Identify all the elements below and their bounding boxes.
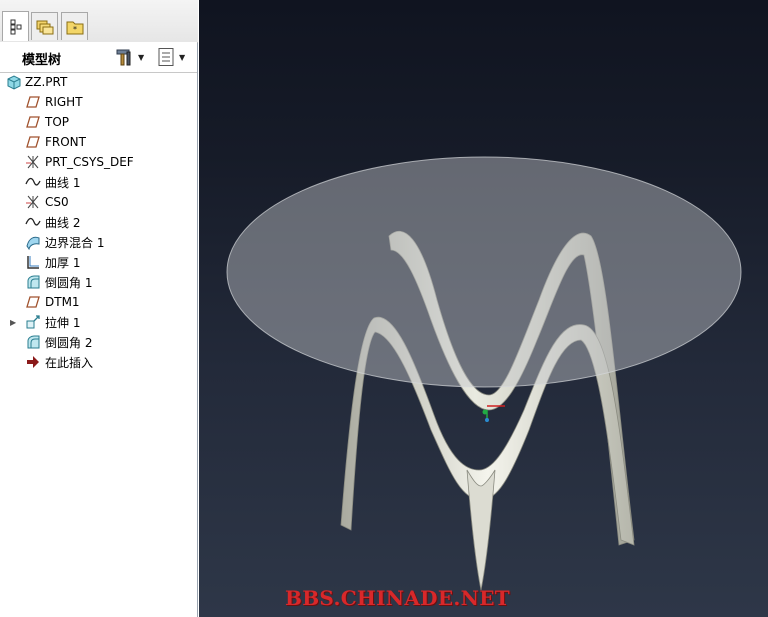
- tree-item[interactable]: ▶ 拉伸 1: [0, 312, 221, 332]
- tree-item[interactable]: DTM1: [0, 292, 221, 312]
- datum-plane-icon: [26, 296, 40, 308]
- round-icon: [27, 275, 40, 289]
- shell-center-spine: [466, 469, 496, 591]
- boundary-blend-icon: [26, 236, 40, 250]
- tree-item[interactable]: TOP: [0, 112, 221, 132]
- star-folder-icon: *: [66, 21, 83, 34]
- tree-item-label: PRT_CSYS_DEF: [45, 155, 134, 169]
- curve-icon: [25, 217, 41, 226]
- tree-item[interactable]: CS0: [0, 192, 221, 212]
- layers-tab[interactable]: [31, 12, 58, 40]
- extrude-icon: [26, 315, 40, 329]
- tree-item-label: 加厚 1: [45, 255, 81, 270]
- tree-item[interactable]: 曲线 2: [0, 212, 221, 232]
- tree-item[interactable]: RIGHT: [0, 92, 221, 112]
- panel-title: 模型树: [22, 53, 62, 68]
- watermark-text: BBS.CHINADE.NET: [285, 586, 510, 610]
- favorites-tab[interactable]: *: [61, 12, 88, 40]
- navigator-tab-bar: *: [0, 0, 198, 43]
- chevron-down-icon: ▼: [138, 52, 145, 62]
- tree-item-label: FRONT: [45, 135, 86, 149]
- table-top-disk: [226, 156, 742, 388]
- tree-header: 模型树 ▼ ▼: [0, 42, 197, 73]
- tree-item-label: TOP: [45, 115, 70, 129]
- datum-plane-icon: [26, 96, 40, 108]
- tree-root-label: ZZ.PRT: [25, 75, 68, 89]
- tree-item[interactable]: 倒圆角 2: [0, 332, 221, 352]
- tree-item[interactable]: 边界混合 1: [0, 232, 221, 252]
- svg-text:*: *: [73, 25, 77, 34]
- tree-item[interactable]: FRONT: [0, 132, 221, 152]
- tree-settings-button[interactable]: ▼: [114, 47, 144, 67]
- chevron-down-icon: ▼: [179, 52, 186, 62]
- tree-item[interactable]: 在此插入: [0, 352, 221, 372]
- tree-item-label: 曲线 2: [45, 215, 81, 230]
- model-tree-tab[interactable]: [2, 11, 29, 41]
- model-tree-panel: * 模型树 ▼ ▼ ZZ.PRT RIGHT TOP FRONT PRT_CSY…: [0, 0, 198, 617]
- insert-here-arrow-icon: [27, 356, 39, 368]
- expand-arrow-icon[interactable]: ▶: [10, 318, 16, 327]
- tree-show-button[interactable]: ▼: [157, 47, 185, 67]
- tree-item[interactable]: PRT_CSYS_DEF: [0, 152, 221, 172]
- tree-item-label: 倒圆角 2: [45, 335, 93, 350]
- tree-item-label: 边界混合 1: [45, 235, 105, 250]
- part-icon: [7, 75, 21, 90]
- tree-item-label: DTM1: [45, 295, 80, 309]
- thicken-icon: [27, 256, 39, 269]
- tools-icon: [116, 49, 131, 66]
- tree-item[interactable]: 加厚 1: [0, 252, 221, 272]
- tree-item-label: 拉伸 1: [45, 315, 81, 330]
- curve-icon: [25, 177, 41, 186]
- coordinate-system-icon: [26, 155, 39, 169]
- round-icon: [27, 335, 40, 349]
- coordinate-system-icon: [26, 195, 39, 209]
- tree-icon: [10, 19, 21, 34]
- tree-root-item[interactable]: ZZ.PRT: [0, 72, 202, 92]
- tree-item[interactable]: 曲线 1: [0, 172, 221, 192]
- model-render: [226, 156, 742, 591]
- graphics-viewport[interactable]: BBS.CHINADE.NET: [199, 0, 768, 617]
- tree-item-label: 在此插入: [45, 355, 94, 370]
- list-icon: [158, 48, 174, 66]
- folder-layers-icon: [36, 20, 53, 34]
- datum-plane-icon: [26, 116, 40, 128]
- datum-plane-icon: [26, 136, 40, 148]
- tree-item-label: 倒圆角 1: [45, 275, 93, 290]
- tree-item[interactable]: 倒圆角 1: [0, 272, 221, 292]
- tree-item-label: 曲线 1: [45, 175, 81, 190]
- tree-item-label: CS0: [45, 195, 69, 209]
- tree-item-label: RIGHT: [45, 95, 83, 109]
